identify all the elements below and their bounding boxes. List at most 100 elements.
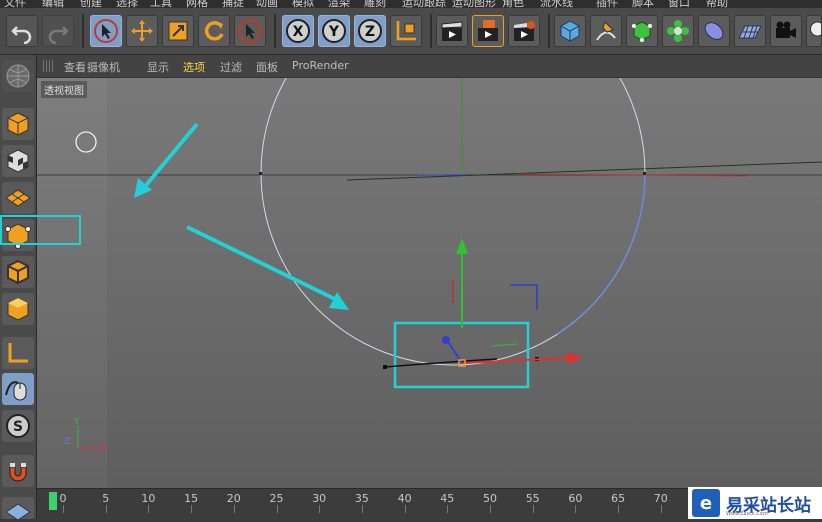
render-view-button[interactable] bbox=[436, 15, 468, 47]
timeline-tick-label: 45 bbox=[440, 492, 455, 505]
timeline-tick-label: 40 bbox=[397, 492, 412, 505]
floor-grid-icon bbox=[738, 25, 762, 39]
polygon-mode-button[interactable] bbox=[2, 293, 34, 325]
snap-button[interactable]: S bbox=[2, 410, 34, 442]
magnet-button[interactable] bbox=[2, 455, 34, 487]
rotate-button[interactable] bbox=[198, 15, 230, 47]
menu-item-1[interactable]: 编辑 bbox=[42, 0, 64, 8]
timeline-tick-mark bbox=[105, 505, 107, 513]
watermark-subtext: Www.Easck.Com bbox=[726, 511, 768, 517]
menu-item-6[interactable]: 捕捉 bbox=[222, 0, 244, 8]
texture-mode-button[interactable] bbox=[2, 145, 34, 177]
clapboard-render-icon bbox=[478, 20, 498, 41]
axis-gizmo-y-label: Y bbox=[73, 417, 80, 427]
menu-item-17[interactable]: 窗口 bbox=[668, 0, 690, 8]
viewport-scene: Y Z X bbox=[37, 78, 822, 454]
axis-mode-button[interactable] bbox=[2, 337, 34, 369]
menu-item-7[interactable]: 动画 bbox=[256, 0, 278, 8]
move-button[interactable] bbox=[126, 15, 158, 47]
render-picture-viewer-button[interactable] bbox=[472, 15, 504, 47]
mouse-tweak-icon bbox=[5, 381, 27, 401]
y-axis-toggle[interactable]: Y bbox=[318, 15, 350, 47]
camera-icon bbox=[776, 21, 796, 38]
menu-item-5[interactable]: 网格 bbox=[186, 0, 208, 8]
menu-item-18[interactable]: 帮助 bbox=[706, 0, 728, 8]
watermark-logo-icon: e bbox=[692, 489, 720, 517]
timeline-tick-label: 0 bbox=[59, 492, 67, 505]
x-axis-icon: X bbox=[286, 19, 310, 43]
timeline-tick-mark bbox=[148, 505, 150, 513]
perspective-viewport[interactable]: Y Z X 透视视图 bbox=[37, 78, 822, 488]
timeline-tick-label: 60 bbox=[568, 492, 583, 505]
timeline-tick-label: 70 bbox=[653, 492, 668, 505]
timeline-tick-label: 10 bbox=[141, 492, 156, 505]
viewport-menu-item-4[interactable]: 过滤 bbox=[220, 59, 242, 75]
menu-item-3[interactable]: 选择 bbox=[116, 0, 138, 8]
undo-button[interactable] bbox=[6, 15, 38, 47]
viewport-view-label[interactable]: 透视视图 bbox=[41, 81, 87, 98]
menu-item-2[interactable]: 创建 bbox=[80, 0, 102, 8]
workplane-lock-button[interactable] bbox=[2, 497, 34, 521]
recent-tool-button[interactable] bbox=[234, 15, 266, 47]
deformer-icon bbox=[704, 22, 724, 40]
axis-corner-icon bbox=[8, 343, 28, 363]
menu-item-13[interactable]: 角色 bbox=[502, 0, 524, 8]
z-axis-toggle[interactable]: Z bbox=[354, 15, 386, 47]
menu-item-12[interactable]: 运动图形 bbox=[452, 0, 496, 8]
render-settings-button[interactable] bbox=[508, 15, 540, 47]
viewport-menu-item-5[interactable]: 面板 bbox=[256, 59, 278, 75]
pen-spline-button[interactable] bbox=[590, 15, 622, 47]
workplane-grid-icon bbox=[5, 189, 31, 207]
timeline-tick-mark bbox=[447, 505, 449, 513]
light-button[interactable] bbox=[806, 15, 822, 47]
viewport-menu-item-6[interactable]: ProRender bbox=[292, 59, 349, 72]
scale-button[interactable] bbox=[162, 15, 194, 47]
cube-icon bbox=[560, 20, 580, 42]
x-axis-toggle[interactable]: X bbox=[282, 15, 314, 47]
undo-icon bbox=[11, 26, 32, 44]
model-cube-icon bbox=[7, 112, 29, 136]
model-mode-button[interactable] bbox=[2, 108, 34, 140]
live-select-button[interactable] bbox=[90, 15, 122, 47]
deformer-button[interactable] bbox=[698, 15, 730, 47]
panel-grip-icon[interactable] bbox=[43, 60, 55, 72]
cube-primitive-button[interactable] bbox=[554, 15, 586, 47]
viewport-menu-bar: 查看 摄像机 显示 选项 过滤 面板 ProRender bbox=[37, 55, 822, 78]
timeline-tick-mark bbox=[532, 505, 534, 513]
move-arrows-icon bbox=[131, 20, 153, 42]
menu-item-4[interactable]: 工具 bbox=[150, 0, 172, 8]
cloner-button[interactable] bbox=[662, 15, 694, 47]
menu-item-0[interactable]: 文件 bbox=[4, 0, 26, 8]
camera-button[interactable] bbox=[770, 15, 802, 47]
menu-item-10[interactable]: 雕刻 bbox=[364, 0, 386, 8]
timeline-tick-mark bbox=[233, 505, 235, 513]
menu-item-14[interactable]: 流水线 bbox=[540, 0, 573, 8]
tweak-mode-button[interactable] bbox=[2, 373, 34, 405]
floor-button[interactable] bbox=[734, 15, 766, 47]
sphere-grid-icon bbox=[6, 64, 30, 88]
viewport-menu-item-3[interactable]: 选项 bbox=[183, 59, 205, 75]
timeline-playhead[interactable] bbox=[49, 492, 57, 510]
timeline-tick-label: 55 bbox=[525, 492, 540, 505]
menu-item-11[interactable]: 运动跟踪 bbox=[402, 0, 446, 8]
menu-item-8[interactable]: 模拟 bbox=[292, 0, 314, 8]
edge-mode-button[interactable] bbox=[2, 256, 34, 288]
subdivision-surface-button[interactable] bbox=[626, 15, 658, 47]
highlight-box-point-mode bbox=[0, 215, 81, 245]
menu-item-15[interactable]: 插件 bbox=[596, 0, 618, 8]
workplane-mode-button[interactable] bbox=[2, 182, 34, 214]
axis-gizmo-x-label: X bbox=[99, 444, 105, 454]
make-editable-button[interactable] bbox=[2, 60, 34, 92]
menu-item-9[interactable]: 渲染 bbox=[328, 0, 350, 8]
coordinate-system-button[interactable] bbox=[390, 15, 422, 47]
redo-button[interactable] bbox=[42, 15, 74, 47]
gizmo-plane-handle[interactable] bbox=[510, 284, 538, 310]
annotation-arrow-2 bbox=[186, 225, 338, 302]
timeline-tick-label: 30 bbox=[312, 492, 327, 505]
viewport-menu-item-0[interactable]: 查看 bbox=[64, 59, 86, 75]
viewport-menu-item-2[interactable]: 显示 bbox=[147, 59, 169, 75]
menu-item-16[interactable]: 脚本 bbox=[632, 0, 654, 8]
viewport-menu-item-1[interactable]: 摄像机 bbox=[87, 59, 120, 75]
checker-cube-icon bbox=[7, 149, 29, 173]
circle-spline-selected-segment bbox=[556, 172, 646, 335]
